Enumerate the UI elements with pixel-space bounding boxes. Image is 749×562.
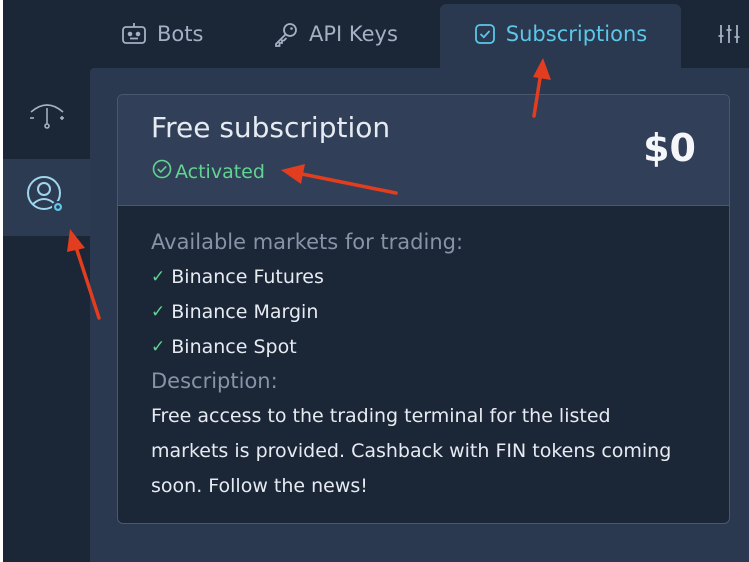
user-settings-icon bbox=[24, 173, 70, 223]
checkbox-icon bbox=[474, 23, 496, 45]
tab-bots-label: Bots bbox=[157, 22, 204, 46]
robot-icon bbox=[121, 22, 147, 46]
status-text: Activated bbox=[175, 160, 265, 183]
subscription-title: Free subscription bbox=[151, 111, 391, 144]
sliders-icon bbox=[717, 22, 741, 46]
tab-bar: Bots API Keys Subscriptions bbox=[3, 0, 749, 68]
market-name: Binance Margin bbox=[171, 301, 319, 323]
sidebar bbox=[3, 68, 90, 562]
app-window: Bots API Keys Subscriptions Free subscri… bbox=[3, 0, 749, 562]
subscription-price: $0 bbox=[643, 126, 696, 170]
checkmark-icon: ✓ bbox=[151, 302, 166, 322]
checkmark-icon: ✓ bbox=[151, 267, 166, 287]
status-badge: Activated bbox=[151, 158, 265, 185]
key-icon bbox=[273, 21, 299, 47]
description-text: Free access to the trading terminal for … bbox=[151, 405, 672, 497]
sidebar-item-account[interactable] bbox=[3, 159, 90, 236]
check-circle-icon bbox=[151, 158, 173, 185]
subscription-header: Free subscription Activated $0 bbox=[118, 95, 729, 206]
market-name: Binance Spot bbox=[171, 336, 297, 358]
tab-settings[interactable] bbox=[717, 0, 741, 68]
list-item: ✓ Binance Futures bbox=[151, 260, 711, 295]
markets-list: ✓ Binance Futures ✓ Binance Margin ✓ Bin… bbox=[151, 260, 711, 365]
tab-subscriptions-label: Subscriptions bbox=[505, 22, 648, 46]
tab-api-keys[interactable]: API Keys bbox=[273, 0, 398, 68]
sidebar-item-parachute[interactable] bbox=[3, 86, 90, 146]
list-item: ✓ Binance Spot bbox=[151, 330, 711, 365]
subscription-card: Free subscription Activated $0 Available… bbox=[117, 94, 730, 524]
description-label: Description: bbox=[151, 369, 278, 393]
tab-api-keys-label: API Keys bbox=[309, 22, 398, 46]
subscription-details: Available markets for trading: ✓ Binance… bbox=[151, 230, 711, 504]
market-name: Binance Futures bbox=[171, 266, 324, 288]
tab-bots[interactable]: Bots bbox=[121, 0, 203, 68]
subscriptions-panel: Free subscription Activated $0 Available… bbox=[90, 68, 749, 562]
tab-subscriptions[interactable]: Subscriptions bbox=[440, 4, 681, 68]
markets-label: Available markets for trading: bbox=[151, 230, 464, 254]
parachute-icon bbox=[27, 96, 67, 136]
list-item: ✓ Binance Margin bbox=[151, 295, 711, 330]
checkmark-icon: ✓ bbox=[151, 337, 166, 357]
